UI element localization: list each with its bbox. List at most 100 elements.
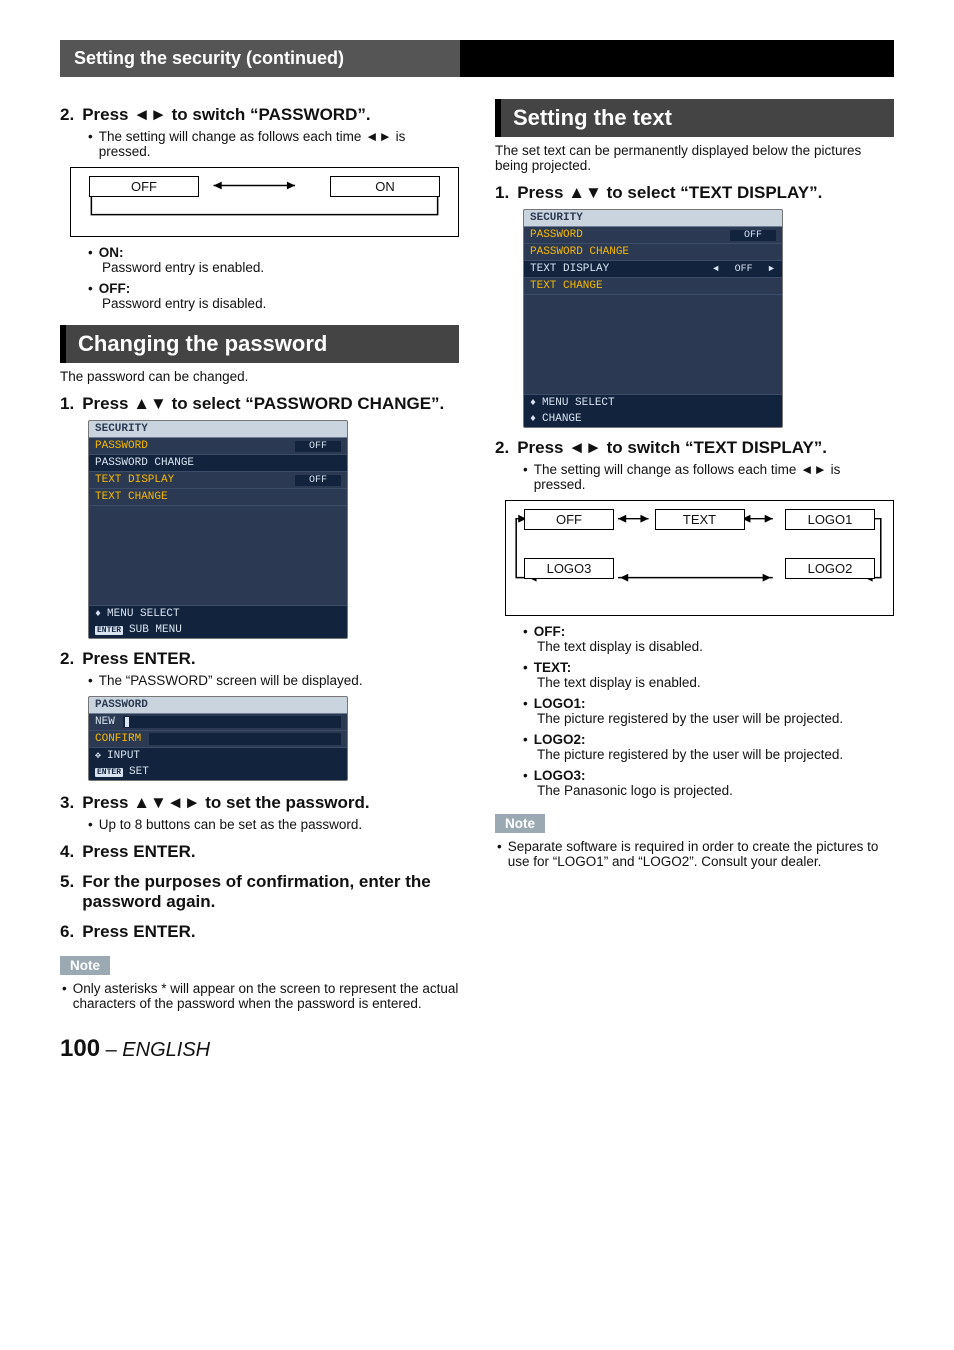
step-text: Press ENTER. (82, 649, 459, 669)
flow-box-logo2: LOGO2 (785, 558, 875, 579)
step-text-b: to switch “PASSWORD”. (167, 105, 371, 124)
triangle-right-icon: ► (767, 264, 776, 274)
step-text-a: Press (82, 394, 133, 413)
osd-footer-text: INPUT (107, 750, 140, 762)
step-text-a: Press (517, 183, 568, 202)
osd-label: PASSWORD (95, 440, 148, 452)
cp-step-3-note: •Up to 8 buttons can be set as the passw… (88, 817, 459, 832)
osd-row-new: NEW (89, 714, 347, 731)
enter-key-icon: ENTER (95, 768, 123, 777)
note-text: Separate software is required in order t… (508, 839, 894, 869)
step-number: 2. (495, 438, 509, 458)
osd-label: PASSWORD CHANGE (95, 457, 194, 469)
step-number: 2. (60, 649, 74, 669)
step-text: For the purposes of confirmation, enter … (82, 872, 459, 912)
note-label: Note (60, 956, 110, 975)
osd-row-password-change: PASSWORD CHANGE (524, 244, 782, 261)
osd-footer-text: SET (129, 766, 149, 778)
osd-footer-text: SUB MENU (129, 624, 182, 636)
t-step-2-note: •The setting will change as follows each… (523, 462, 894, 492)
osd-footer-text: CHANGE (542, 413, 582, 425)
updown-icon: ♦ (530, 398, 536, 409)
osd-row-text-display: TEXT DISPLAY OFF (89, 472, 347, 489)
cp-step-2: 2. Press ENTER. (60, 649, 459, 669)
osd-password-entry: PASSWORD NEW CONFIRM ✥ INPUT ENTER SET (88, 696, 348, 781)
osd-empty-area (524, 295, 782, 395)
opt-on-label: ON: (99, 245, 124, 260)
osd-footer-1: ♦ MENU SELECT (524, 395, 782, 411)
opt-text-label: TEXT: (534, 660, 572, 675)
step-text-a: Press (82, 105, 133, 124)
updown-icon: ♦ (95, 609, 101, 620)
step-number: 4. (60, 842, 74, 862)
step-2-password-switch: 2. Press to switch “PASSWORD”. (60, 105, 459, 125)
osd-label: PASSWORD (530, 229, 583, 241)
step-number: 5. (60, 872, 74, 912)
step-text-a: Press (82, 793, 133, 812)
bullet-icon: • (88, 673, 93, 688)
flow-password-toggle: OFF ON (70, 167, 459, 237)
page-header: Setting the security (continued) (60, 40, 894, 77)
cp-step-2-note: •The “PASSWORD” screen will be displayed… (88, 673, 459, 688)
step-text-b: to select “PASSWORD CHANGE”. (167, 394, 444, 413)
bullet-icon: • (523, 462, 528, 492)
osd-row-text-change: TEXT CHANGE (89, 489, 347, 506)
cp-step-4: 4. Press ENTER. (60, 842, 459, 862)
osd-footer-text: MENU SELECT (107, 608, 180, 620)
step-text: Press to select “TEXT DISPLAY”. (517, 183, 894, 203)
text-intro: The set text can be permanently displaye… (495, 143, 894, 173)
osd-security-2: SECURITY PASSWORD OFF PASSWORD CHANGE TE… (523, 209, 783, 428)
opt-text-desc: The text display is enabled. (537, 675, 894, 690)
step-2-note: •The setting will change as follows each… (88, 129, 459, 159)
bullet-icon: • (523, 696, 528, 711)
bullet-text: The setting will change as follows each … (99, 129, 459, 159)
step-text: Press to switch “PASSWORD”. (82, 105, 459, 125)
osd-title: PASSWORD (89, 697, 347, 714)
bullet-icon: • (523, 732, 528, 747)
opt-logo1-label: LOGO1: (534, 696, 586, 711)
note-label: Note (495, 814, 545, 833)
password-confirm-field (149, 733, 341, 745)
opt-logo3-label: LOGO3: (534, 768, 586, 783)
step-text: Press ENTER. (82, 842, 459, 862)
bullet-text: Up to 8 buttons can be set as the passwo… (99, 817, 362, 832)
bullet-icon: • (88, 281, 93, 296)
osd-value: OFF (721, 264, 767, 275)
bullet-icon: • (88, 245, 93, 260)
bullet-icon: • (523, 624, 528, 639)
osd-row-password: PASSWORD OFF (524, 227, 782, 244)
step-number: 6. (60, 922, 74, 942)
opt-logo2-label: LOGO2: (534, 732, 586, 747)
page-number: 100 (60, 1035, 100, 1062)
osd-label: CONFIRM (95, 733, 141, 745)
osd-value: OFF (295, 475, 341, 486)
opt-off-label: OFF: (534, 624, 566, 639)
directional-icon: ✥ (95, 750, 101, 762)
osd-footer-text: MENU SELECT (542, 397, 615, 409)
osd-label: NEW (95, 716, 115, 728)
page-footer: 100 – ENGLISH (60, 1035, 894, 1063)
cp-step-5: 5. For the purposes of confirmation, ent… (60, 872, 459, 912)
arrow-udlr-icon (133, 793, 200, 812)
step-number: 1. (495, 183, 509, 203)
osd-value: OFF (730, 230, 776, 241)
osd-footer-1: ♦ MENU SELECT (89, 606, 347, 622)
leftright-icon: ♦ (530, 414, 536, 425)
osd-label: TEXT DISPLAY (530, 263, 609, 275)
osd-row-text-change: TEXT CHANGE (524, 278, 782, 295)
arrow-ud-icon (133, 394, 167, 413)
bullet-icon: • (523, 660, 528, 675)
footer-dash: – (100, 1039, 122, 1061)
bullet-text: The setting will change as follows each … (534, 462, 894, 492)
bullet-icon: • (497, 839, 502, 869)
osd-label: TEXT DISPLAY (95, 474, 174, 486)
osd-footer-2: ENTER SUB MENU (89, 622, 347, 638)
enter-key-icon: ENTER (95, 626, 123, 635)
cursor-icon (125, 717, 129, 727)
changepw-intro: The password can be changed. (60, 369, 459, 384)
note-body-right: • Separate software is required in order… (497, 839, 894, 869)
step-number: 2. (60, 105, 74, 125)
cp-step-1: 1. Press to select “PASSWORD CHANGE”. (60, 394, 459, 414)
step-text: Press ENTER. (82, 922, 459, 942)
cp-step-3: 3. Press to set the password. (60, 793, 459, 813)
